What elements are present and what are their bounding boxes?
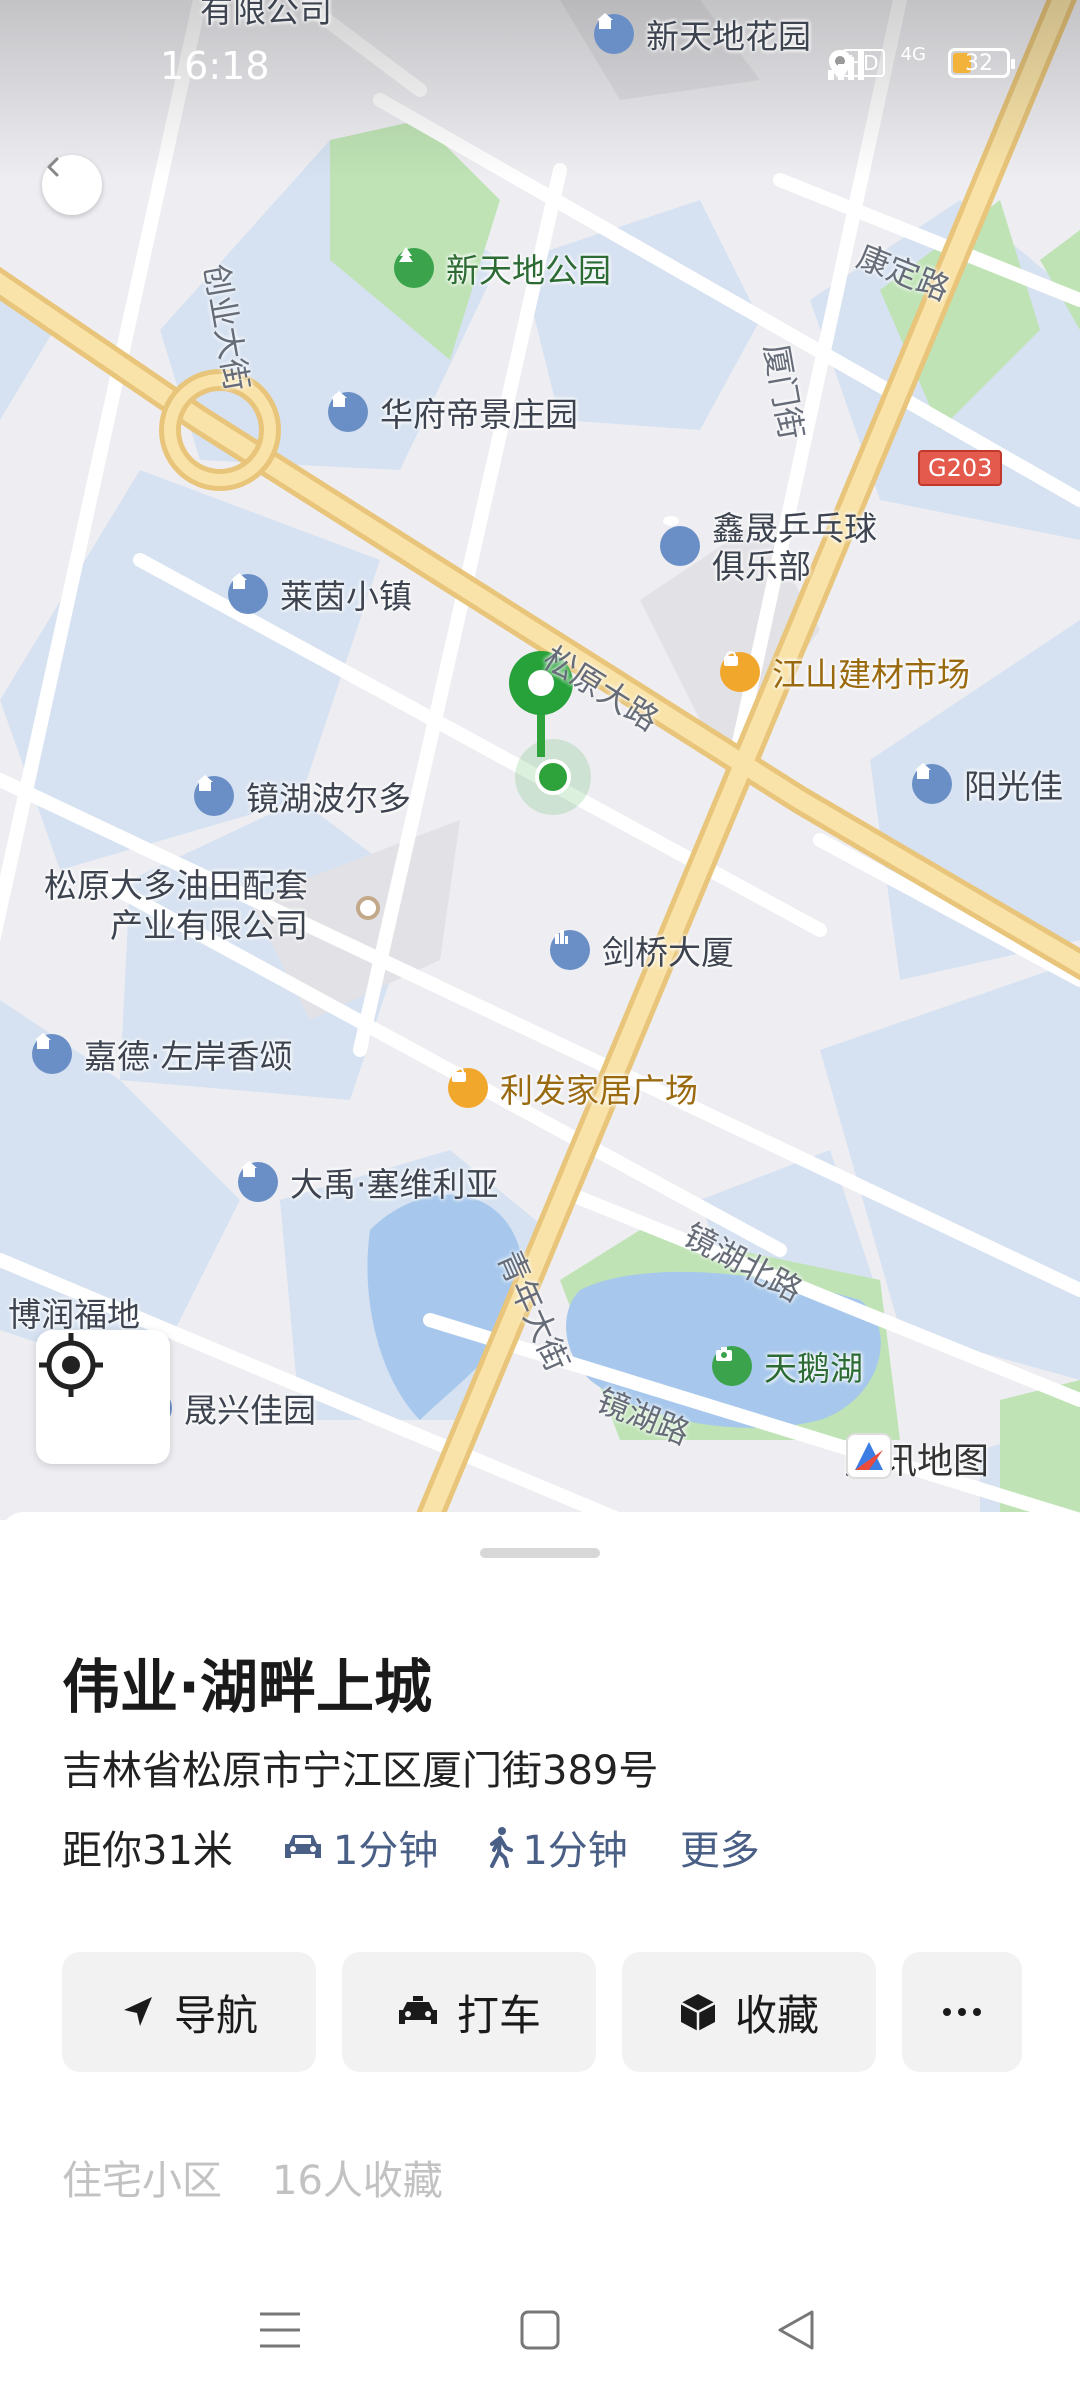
walk-time[interactable]: 1分钟 [486, 1818, 628, 1876]
poi-xintiandi-park[interactable]: 新天地公园 [394, 244, 611, 292]
place-detail-sheet[interactable]: 伟业·湖畔上城 吉林省松原市宁江区厦门街389号 距你31米 1分钟 1分钟 更… [0, 1512, 1080, 2400]
more-link[interactable]: 更多 [680, 1818, 760, 1876]
my-location-button[interactable] [36, 1330, 170, 1464]
shopping-icon [720, 651, 760, 692]
taxi-button[interactable]: 打车 [342, 1952, 596, 2072]
poi-oilfield-company[interactable]: 松原大多油田配套 产业有限公司 [44, 866, 308, 946]
residential-icon [228, 573, 268, 614]
drive-time[interactable]: 1分钟 [281, 1818, 438, 1876]
recents-button[interactable] [250, 2300, 310, 2360]
place-title: 伟业·湖畔上城 [62, 1653, 433, 1721]
camera-icon [712, 1346, 752, 1386]
walking-icon [490, 1827, 514, 1868]
residential-icon [194, 775, 234, 816]
car-icon [284, 1835, 321, 1858]
status-icons: HD 4G 32 [826, 44, 1015, 80]
triangle-back-icon [778, 2310, 814, 2350]
favorite-button[interactable]: 收藏 [622, 1952, 876, 2072]
poi-jiangshan-market[interactable]: 江山建材市场 [720, 648, 970, 696]
poi-swan-lake[interactable]: 天鹅湖 [712, 1342, 863, 1390]
back-button[interactable] [42, 155, 102, 215]
battery-icon: 32 [948, 48, 1015, 78]
status-time: 16:18 [160, 44, 270, 88]
action-buttons: 导航 打车 收藏 [62, 1952, 1022, 2072]
sports-icon [660, 516, 700, 566]
system-navigation-bar [0, 2270, 1080, 2400]
favorites-count: 16人收藏 [272, 2158, 443, 2204]
park-icon [394, 247, 434, 288]
office-building-icon [550, 930, 590, 970]
poi-yangguang[interactable]: 阳光佳 [912, 760, 1063, 808]
menu-icon [260, 2312, 300, 2348]
more-options-button[interactable] [902, 1952, 1022, 2072]
taxi-icon [398, 1996, 437, 2024]
place-tags: 住宅小区 16人收藏 [62, 2148, 443, 2206]
company-dot-icon [356, 896, 380, 920]
navigation-arrow-icon [123, 1997, 152, 2026]
poi-jiade-zuoan[interactable]: 嘉德·左岸香颂 [32, 1030, 293, 1078]
map-logo-icon [846, 1433, 892, 1479]
poi-dayu-seville[interactable]: 大禹·塞维利亚 [238, 1158, 499, 1206]
distance-text: 距你31米 [62, 1828, 233, 1874]
residential-icon [328, 391, 368, 432]
drag-handle[interactable] [480, 1548, 600, 1558]
residential-icon [32, 1033, 72, 1074]
ellipsis-icon [943, 2008, 981, 2016]
residential-icon [238, 1161, 278, 1202]
poi-jianqiao-building[interactable]: 剑桥大厦 [550, 926, 734, 974]
crosshair-icon [39, 1333, 103, 1397]
home-button[interactable] [510, 2300, 570, 2360]
poi-huafu-dijing[interactable]: 华府帝景庄园 [328, 388, 578, 436]
poi-pingpong-club[interactable]: 鑫晟乒乓球 俱乐部 [660, 510, 877, 586]
network-type: 4G [900, 43, 926, 65]
residential-icon [912, 763, 952, 804]
navigate-button[interactable]: 导航 [62, 1952, 316, 2072]
highway-shield: G203 [918, 450, 1003, 486]
poi-laiyin-town[interactable]: 莱茵小镇 [228, 570, 412, 618]
poi-jinghu-bordeaux[interactable]: 镜湖波尔多 [194, 772, 411, 820]
square-icon [520, 2310, 560, 2350]
poi-borun-fudi[interactable]: 博润福地 [8, 1288, 140, 1336]
poi-lifa-furniture[interactable]: 利发家居广场 [448, 1064, 698, 1112]
chevron-left-icon [47, 157, 59, 177]
back-nav-button[interactable] [766, 2300, 826, 2360]
status-bar: 16:18 HD 4G 32 [0, 0, 1080, 140]
box-icon [680, 1994, 716, 2031]
route-info-row: 距你31米 1分钟 1分钟 更多 [62, 1818, 760, 1876]
shopping-icon [448, 1067, 488, 1108]
category-tag: 住宅小区 [62, 2158, 222, 2204]
place-address: 吉林省松原市宁江区厦门街389号 [62, 1748, 659, 1794]
map-view[interactable]: 有限公司 新天地花园 新天地公园 华府帝景庄园 鑫晟乒乓球 俱乐部 莱茵小镇 江山… [0, 0, 1080, 1520]
tencent-maps-logo: 腾讯地图 [845, 1432, 989, 1484]
